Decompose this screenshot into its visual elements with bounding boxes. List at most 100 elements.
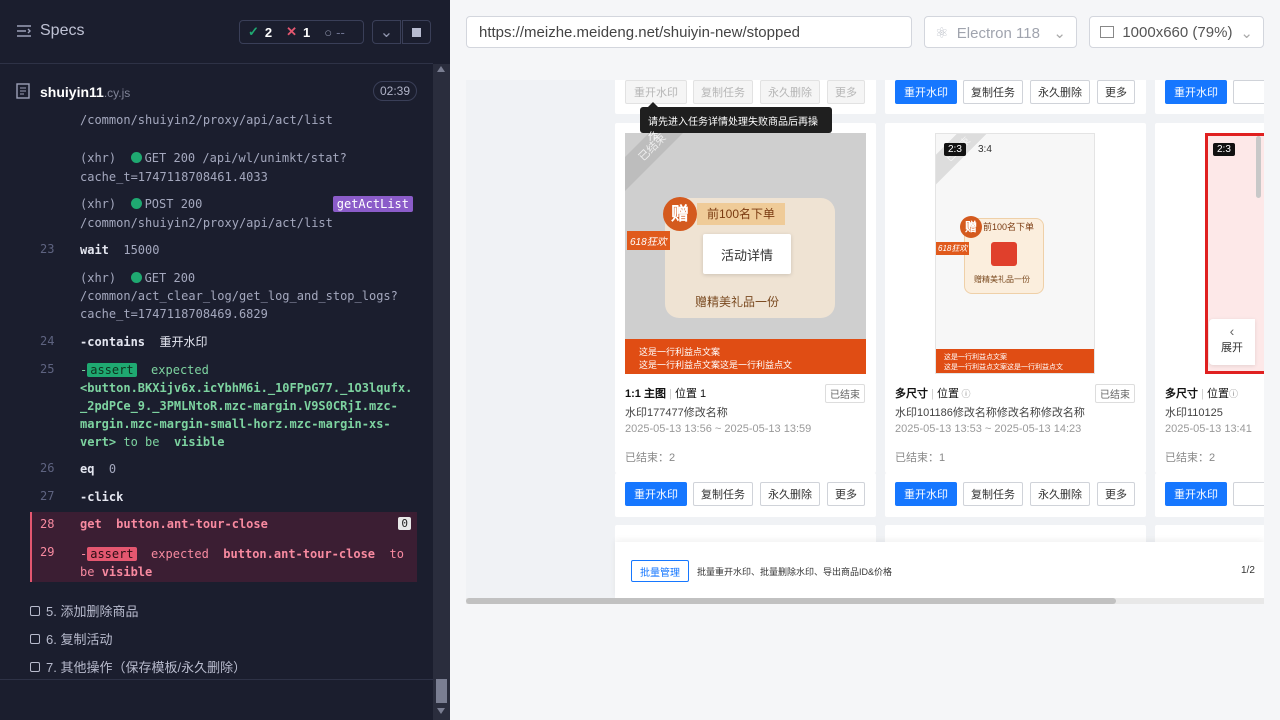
log-row[interactable]: 24 -contains 重开水印 — [30, 332, 417, 352]
reopen-watermark-button[interactable]: 重开水印 — [625, 80, 687, 104]
status-dot-icon — [130, 198, 142, 209]
status-dot-icon — [130, 152, 142, 163]
copy-task-button[interactable]: 复制任务 — [963, 80, 1023, 104]
copy-task-button[interactable] — [1233, 80, 1264, 104]
line-number: 24 — [40, 334, 55, 348]
pending-icon: ○ — [324, 24, 333, 40]
card-actions: 重开水印 复制任务 永久删除 更多 — [885, 473, 1146, 517]
suite-item[interactable]: 7. 其他操作（保存模板/永久删除） — [30, 657, 246, 676]
log-text: visible — [173, 435, 225, 449]
delete-button[interactable]: 永久删除 — [760, 80, 820, 104]
horizontal-scrollbar[interactable] — [466, 598, 1264, 604]
log-type: (xhr) — [80, 197, 117, 211]
delete-button[interactable]: 永久删除 — [1030, 80, 1090, 104]
log-text: visible — [101, 565, 153, 579]
scroll-thumb[interactable] — [436, 679, 447, 703]
log-arg: 0 — [108, 462, 117, 476]
scroll-up-icon — [437, 66, 445, 72]
chevron-down-button[interactable]: ⌄ — [372, 20, 401, 44]
line-number: 27 — [40, 489, 55, 503]
test-stats: ✓ 2 ✕ 1 ○ -- — [239, 20, 364, 44]
more-button[interactable]: 更多 — [1097, 482, 1135, 506]
log-text: <button.BKXijv6x.icYbhM6i._10FPpG77._1O3… — [80, 381, 413, 395]
stop-button[interactable] — [402, 20, 431, 44]
card-name: 水印110125 — [1165, 407, 1223, 419]
log-arg: button.ant-tour-close — [116, 517, 268, 531]
banner-text: 这是一行利益点文案这是一行利益点文 — [944, 364, 1063, 371]
viewport-size: 1000x660 — [1122, 24, 1189, 41]
bulk-manage-button[interactable]: 批量管理 — [631, 560, 689, 582]
copy-task-button[interactable]: 复制任务 — [693, 482, 753, 506]
expand-label: 展开 — [1221, 342, 1243, 354]
log-row[interactable]: (xhr) GET 200 /common/act_clear_log/get_… — [30, 269, 417, 321]
copy-task-button[interactable]: 复制任务 — [693, 80, 753, 104]
card-ended-count: 已结束：1 — [895, 452, 946, 464]
reopen-watermark-button[interactable]: 重开水印 — [895, 482, 957, 506]
log-row[interactable]: 23 wait 15000 — [30, 240, 417, 260]
log-row[interactable]: (xhr) POST 200 getActList /common/shuiyi… — [30, 195, 417, 235]
log-row[interactable]: 26 eq 0 — [30, 459, 417, 479]
cypress-runner-panel: Specs ✓ 2 ✕ 1 ○ -- ⌄ shuiyin11.cy.js 02:39 … — [0, 0, 450, 720]
suite-item[interactable]: 5. 添加删除商品 — [30, 601, 138, 620]
more-button[interactable]: 更多 — [1097, 80, 1135, 104]
reopen-watermark-button[interactable]: 重开水印 — [1165, 80, 1227, 104]
log-text: GET 200 /api/wl/unimkt/stat? — [144, 151, 347, 165]
expand-button[interactable]: ‹ 展开 — [1209, 319, 1255, 365]
log-arg: 15000 — [123, 243, 160, 257]
line-number: 28 — [40, 517, 55, 531]
divider — [0, 679, 433, 680]
promo-banner: 这是一行利益点文案 这是一行利益点文案这是一行利益点文 — [936, 349, 1094, 373]
viewport-info[interactable]: 1000x660 (79%) ⌄ — [1089, 16, 1264, 48]
reopen-watermark-button[interactable]: 重开水印 — [895, 80, 957, 104]
suite-label: 6. 复制活动 — [46, 632, 113, 647]
info-icon[interactable]: ⓘ — [1229, 389, 1238, 399]
ended-ribbon: 已结束 — [936, 134, 997, 188]
delete-button[interactable]: 永久删除 — [760, 482, 820, 506]
scroll-down-icon — [437, 708, 445, 714]
card-type: 多尺寸 — [895, 388, 928, 400]
log-text: POST 200 — [144, 197, 203, 211]
delete-button[interactable]: 永久删除 — [1030, 482, 1090, 506]
log-row[interactable]: (xhr) GET 200 /api/wl/unimkt/stat? cache… — [30, 149, 417, 189]
suite-item[interactable]: 6. 复制活动 — [30, 629, 112, 648]
copy-task-button[interactable] — [1233, 482, 1264, 506]
card-type: 1:1 主图 — [625, 388, 666, 400]
grid-scroll-thumb[interactable] — [1256, 136, 1261, 198]
reopen-watermark-button[interactable]: 重开水印 — [1165, 482, 1227, 506]
disabled-tooltip: 请先进入任务详情处理失败商品后再操作 — [640, 107, 832, 143]
activity-details-button[interactable]: 活动详情 — [703, 234, 791, 274]
failed-command-row[interactable]: 28 get button.ant-tour-close 0 29 - asser… — [30, 512, 417, 582]
cross-icon: ✕ — [286, 24, 298, 39]
card-title: 多尺寸 | 位置ⓘ — [1165, 388, 1238, 400]
log-text: GET 200 — [144, 271, 196, 285]
log-row[interactable]: 27 -click — [30, 487, 417, 507]
banner-text: 这是一行利益点文案 — [944, 354, 1007, 361]
log-type: (xhr) — [80, 271, 117, 285]
command-log-scrollbar[interactable] — [433, 64, 450, 720]
url-bar[interactable]: https://meizhe.meideng.net/shuiyin-new/s… — [466, 16, 912, 48]
banner-text: 这是一行利益点文案这是一行利益点文 — [639, 360, 793, 370]
log-text: vert> — [80, 435, 117, 449]
info-icon[interactable]: ⓘ — [959, 389, 970, 399]
reopen-watermark-button[interactable]: 重开水印 — [625, 482, 687, 506]
log-text: /common/act_clear_log/get_log_and_stop_l… — [80, 289, 398, 303]
more-button[interactable]: 更多 — [827, 80, 865, 104]
passed-count: 2 — [264, 24, 273, 40]
spec-file-header: shuiyin11.cy.js 02:39 — [16, 77, 417, 107]
copy-task-button[interactable]: 复制任务 — [963, 482, 1023, 506]
file-ext-text: .cy.js — [103, 86, 131, 100]
browser-selector[interactable]: ⚛ Electron 118 ⌄ — [924, 16, 1077, 48]
log-row[interactable]: /common/shuiyin2/proxy/api/act/list — [30, 107, 417, 127]
run-timer: 02:39 — [372, 81, 417, 101]
log-cmd: wait — [80, 243, 109, 257]
log-text: /common/shuiyin2/proxy/api/act/list — [80, 113, 333, 127]
more-button[interactable]: 更多 — [827, 482, 865, 506]
bulk-action-bar: 批量管理 批量重开水印、批量删除水印、导出商品ID&价格 1/2 — [615, 542, 1264, 598]
sale-badge: 618狂欢 — [936, 242, 970, 255]
specs-toggle[interactable]: Specs — [16, 22, 84, 40]
horizontal-scroll-thumb[interactable] — [466, 598, 1116, 604]
line-number: 25 — [40, 362, 55, 376]
card-ended-count: 已结束：2 — [625, 452, 676, 464]
watermark-preview: 已结束 2:3 3:4 赠 前100名下单 618狂欢 赠精美礼品一份 这是一行… — [935, 133, 1095, 374]
log-row[interactable]: 25 - assert expected <button.BKXijv6x.icY… — [30, 360, 417, 449]
